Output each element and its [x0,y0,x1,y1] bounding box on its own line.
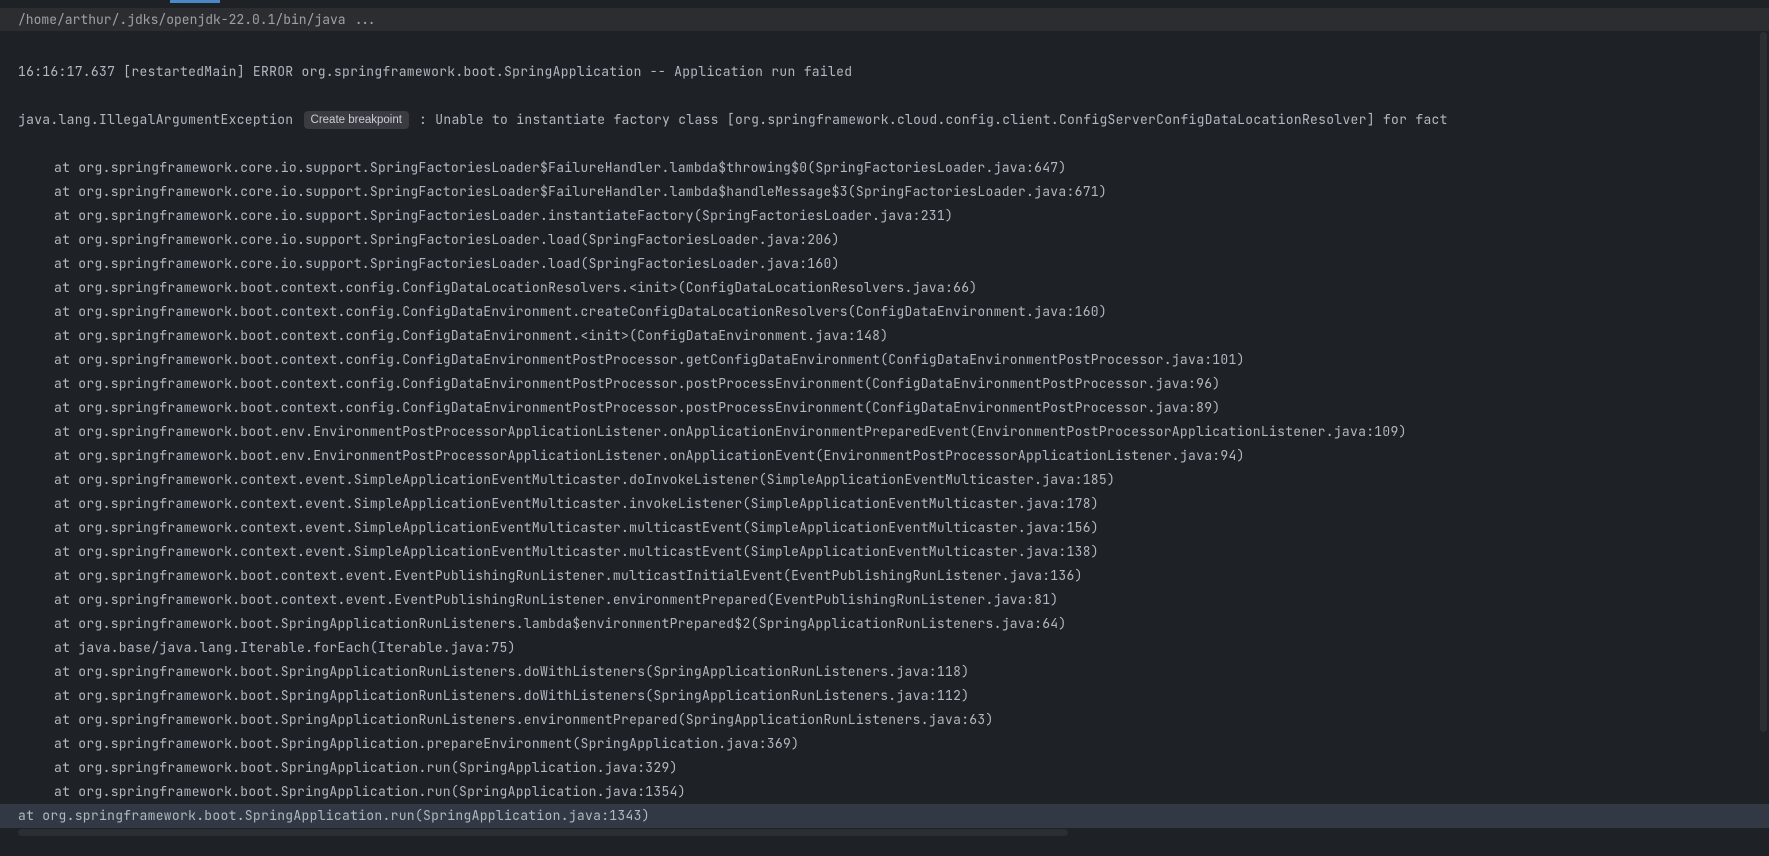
stack-trace-line: at org.springframework.context.event.Sim… [18,540,1751,564]
scrollbar-vertical[interactable] [1760,32,1767,732]
stack-trace-line: at org.springframework.core.io.support.S… [18,180,1751,204]
top-bar [0,0,1769,8]
stack-trace-line: at org.springframework.core.io.support.S… [18,156,1751,180]
stack-trace-line: at org.springframework.boot.context.conf… [18,324,1751,348]
stack-trace-line: at org.springframework.core.io.support.S… [18,228,1751,252]
stack-trace-line: at java.base/java.lang.Iterable.forEach(… [18,636,1751,660]
stack-trace-line: at org.springframework.boot.context.even… [18,564,1751,588]
stack-trace-line: at org.springframework.boot.SpringApplic… [18,660,1751,684]
stack-trace-line: at org.springframework.boot.context.conf… [18,276,1751,300]
stack-trace-line: at org.springframework.boot.context.conf… [18,348,1751,372]
stack-trace-line: at org.springframework.context.event.Sim… [18,492,1751,516]
scrollbar-horizontal[interactable] [18,829,1068,836]
stack-trace-line: at org.springframework.context.event.Sim… [18,468,1751,492]
stack-trace-line: at org.springframework.core.io.support.S… [18,252,1751,276]
stack-trace-line: at org.springframework.boot.context.conf… [18,372,1751,396]
stack-trace-line: at org.springframework.boot.SpringApplic… [18,756,1751,780]
log-line-error: 16:16:17.637 [restartedMain] ERROR org.s… [18,60,1751,84]
stack-trace-line: at org.springframework.boot.SpringApplic… [0,804,1769,828]
stack-trace-line: at org.springframework.context.event.Sim… [18,516,1751,540]
exception-line: java.lang.IllegalArgumentException Creat… [18,108,1751,132]
stack-trace-line: at org.springframework.boot.SpringApplic… [18,708,1751,732]
stack-trace-line: at org.springframework.boot.env.Environm… [18,420,1751,444]
stack-trace-line: at org.springframework.boot.context.conf… [18,300,1751,324]
stack-trace-line: at org.springframework.boot.SpringApplic… [18,612,1751,636]
stack-trace-line: at org.springframework.boot.env.Environm… [18,444,1751,468]
stack-trace-line: at org.springframework.boot.context.even… [18,588,1751,612]
console-output[interactable]: 16:16:17.637 [restartedMain] ERROR org.s… [0,32,1769,856]
stack-trace-line: at org.springframework.core.io.support.S… [18,204,1751,228]
command-line[interactable]: /home/arthur/.jdks/openjdk-22.0.1/bin/ja… [0,8,1769,32]
stack-trace-line: at org.springframework.boot.SpringApplic… [18,732,1751,756]
tab-indicator [170,0,220,3]
exception-class: java.lang.IllegalArgumentException [18,111,293,128]
stack-trace-line: at org.springframework.boot.SpringApplic… [18,780,1751,804]
create-breakpoint-button[interactable]: Create breakpoint [304,111,409,129]
stack-trace-line: at org.springframework.boot.SpringApplic… [18,684,1751,708]
stack-trace-line: at org.springframework.boot.context.conf… [18,396,1751,420]
exception-message: : Unable to instantiate factory class [o… [419,111,1448,128]
